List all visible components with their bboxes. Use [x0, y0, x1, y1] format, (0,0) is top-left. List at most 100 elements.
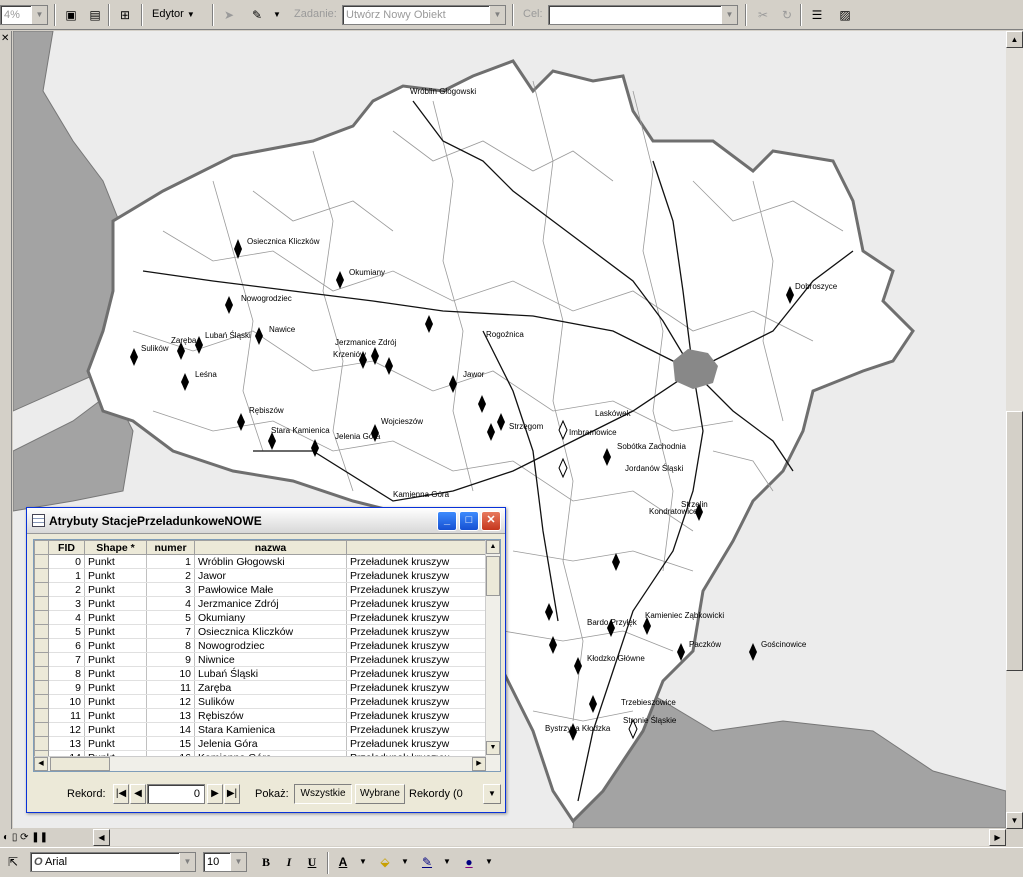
cell-shape[interactable]: Punkt: [84, 652, 147, 667]
show-all-button[interactable]: Wszystkie: [294, 784, 352, 804]
chevron-down-icon[interactable]: ▼: [31, 6, 47, 24]
row-selector[interactable]: [34, 680, 49, 695]
cell-opis[interactable]: Przeładunek kruszyw: [346, 680, 489, 695]
sketch-properties-icon[interactable]: ▨: [834, 5, 856, 25]
refresh-icon[interactable]: ⟳: [20, 832, 28, 843]
scroll-down-icon[interactable]: ▼: [1006, 812, 1023, 829]
last-record-icon[interactable]: ▶|: [224, 784, 240, 804]
scroll-thumb[interactable]: [486, 556, 500, 596]
task-combo[interactable]: Utwórz Nowy Obiekt ▼: [342, 5, 506, 25]
cell-fid[interactable]: 10: [48, 694, 85, 709]
minimize-button[interactable]: _: [437, 511, 457, 531]
pause-icon[interactable]: ❚❚: [31, 832, 48, 843]
rotate-tool-icon[interactable]: ↻: [776, 5, 798, 25]
cell-shape[interactable]: Punkt: [84, 708, 147, 723]
grid-horizontal-scrollbar[interactable]: ◀ ▶: [34, 756, 486, 771]
cell-fid[interactable]: 13: [48, 736, 85, 751]
row-selector[interactable]: [34, 624, 49, 639]
cell-nazwa[interactable]: Osiecznica Kliczków: [194, 624, 347, 639]
chevron-down-icon[interactable]: ▼: [266, 5, 288, 25]
cell-nazwa[interactable]: Zaręba: [194, 680, 347, 695]
chevron-down-icon[interactable]: ▼: [230, 853, 246, 871]
cell-fid[interactable]: 12: [48, 722, 85, 737]
grid-vertical-scrollbar[interactable]: ▲ ▼: [485, 540, 500, 771]
row-selector[interactable]: [34, 638, 49, 653]
map-horizontal-scrollbar[interactable]: ◐ ▯ ⟳ ❚❚ ◀ ▶: [0, 829, 1006, 846]
cell-opis[interactable]: Przeładunek kruszyw: [346, 596, 489, 611]
cell-fid[interactable]: 7: [48, 652, 85, 667]
cell-shape[interactable]: Punkt: [84, 624, 147, 639]
table-row[interactable]: 6 Punkt 8 Nowogrodziec Przeładunek kruszyw: [34, 638, 489, 653]
row-selector[interactable]: [34, 708, 49, 723]
map-vertical-scrollbar[interactable]: ▲ ▼: [1006, 31, 1023, 829]
cell-opis[interactable]: Przeładunek kruszyw: [346, 652, 489, 667]
cell-shape[interactable]: Punkt: [84, 680, 147, 695]
row-selector[interactable]: [34, 582, 49, 597]
binoculars-icon[interactable]: ⊞: [114, 5, 136, 25]
cell-fid[interactable]: 2: [48, 582, 85, 597]
row-selector[interactable]: [34, 652, 49, 667]
zoom-combo[interactable]: 4% ▼: [0, 5, 48, 25]
column-header-nazwa[interactable]: nazwa: [194, 540, 347, 555]
record-number-field[interactable]: 0: [147, 784, 205, 804]
table-row[interactable]: 9 Punkt 11 Zaręba Przeładunek kruszyw: [34, 680, 489, 695]
cell-opis[interactable]: Przeładunek kruszyw: [346, 582, 489, 597]
page-icon[interactable]: ▣: [60, 5, 82, 25]
scroll-down-icon[interactable]: ▼: [486, 741, 500, 755]
row-selector[interactable]: [34, 554, 49, 569]
scroll-left-icon[interactable]: ◀: [93, 829, 110, 846]
chevron-down-icon[interactable]: ▼: [394, 852, 416, 872]
font-combo[interactable]: O Arial ▼: [30, 852, 196, 872]
chevron-down-icon[interactable]: ▼: [489, 6, 505, 24]
scroll-right-icon[interactable]: ▶: [989, 829, 1006, 846]
cell-opis[interactable]: Przeładunek kruszyw: [346, 722, 489, 737]
column-header-opis[interactable]: [346, 540, 489, 555]
table-row[interactable]: 1 Punkt 2 Jawor Przeładunek kruszyw: [34, 568, 489, 583]
chevron-down-icon[interactable]: ▼: [179, 853, 195, 871]
cell-nazwa[interactable]: Jawor: [194, 568, 347, 583]
cell-nazwa[interactable]: Rębiszów: [194, 708, 347, 723]
cell-shape[interactable]: Punkt: [84, 554, 147, 569]
scroll-up-icon[interactable]: ▲: [486, 540, 500, 554]
split-tool-icon[interactable]: ✂: [752, 5, 774, 25]
window-titlebar[interactable]: Atrybuty StacjePrzeladunkoweNOWE _ □ ✕: [27, 508, 505, 534]
cell-opis[interactable]: Przeładunek kruszyw: [346, 694, 489, 709]
cell-numer[interactable]: 2: [146, 568, 195, 583]
cell-nazwa[interactable]: Nowogrodziec: [194, 638, 347, 653]
next-record-icon[interactable]: ▶: [207, 784, 223, 804]
table-row[interactable]: 11 Punkt 13 Rębiszów Przeładunek kruszyw: [34, 708, 489, 723]
attributes-icon[interactable]: ☰: [806, 5, 828, 25]
table-row[interactable]: 10 Punkt 12 Sulików Przeładunek kruszyw: [34, 694, 489, 709]
show-selected-button[interactable]: Wybrane: [355, 784, 405, 804]
cell-fid[interactable]: 0: [48, 554, 85, 569]
column-header-numer[interactable]: numer: [146, 540, 195, 555]
cell-opis[interactable]: Przeładunek kruszyw: [346, 568, 489, 583]
row-selector[interactable]: [34, 694, 49, 709]
cell-numer[interactable]: 10: [146, 666, 195, 681]
chevron-down-icon[interactable]: ▼: [436, 852, 458, 872]
sketch-tool-icon[interactable]: ✎: [246, 5, 268, 25]
scroll-left-icon[interactable]: ◀: [34, 757, 48, 771]
chevron-down-icon[interactable]: ▼: [721, 6, 737, 24]
table-row[interactable]: 12 Punkt 14 Stara Kamienica Przeładunek krus…: [34, 722, 489, 737]
scroll-right-icon[interactable]: ▶: [472, 757, 486, 771]
font-size-combo[interactable]: 10 ▼: [203, 852, 247, 872]
close-icon[interactable]: ✕: [1, 33, 9, 44]
previous-record-icon[interactable]: ◀: [130, 784, 146, 804]
column-header-fid[interactable]: FID: [48, 540, 85, 555]
table-row[interactable]: 0 Punkt 1 Wróblin Głogowski Przeładunek krus…: [34, 554, 489, 569]
cell-nazwa[interactable]: Wróblin Głogowski: [194, 554, 347, 569]
cell-opis[interactable]: Przeładunek kruszyw: [346, 554, 489, 569]
page-icon[interactable]: ▯: [12, 832, 18, 843]
scroll-up-icon[interactable]: ▲: [1006, 31, 1023, 48]
scroll-thumb[interactable]: [1006, 411, 1023, 671]
cell-numer[interactable]: 9: [146, 652, 195, 667]
cell-opis[interactable]: Przeładunek kruszyw: [346, 708, 489, 723]
scroll-thumb[interactable]: [50, 757, 110, 771]
row-selector[interactable]: [34, 666, 49, 681]
table-row[interactable]: 4 Punkt 5 Okumiany Przeładunek kruszyw: [34, 610, 489, 625]
cell-numer[interactable]: 14: [146, 722, 195, 737]
table-row[interactable]: 7 Punkt 9 Niwnice Przeładunek kruszyw: [34, 652, 489, 667]
cell-fid[interactable]: 9: [48, 680, 85, 695]
table-row[interactable]: 5 Punkt 7 Osiecznica Kliczków Przeładunek kr…: [34, 624, 489, 639]
